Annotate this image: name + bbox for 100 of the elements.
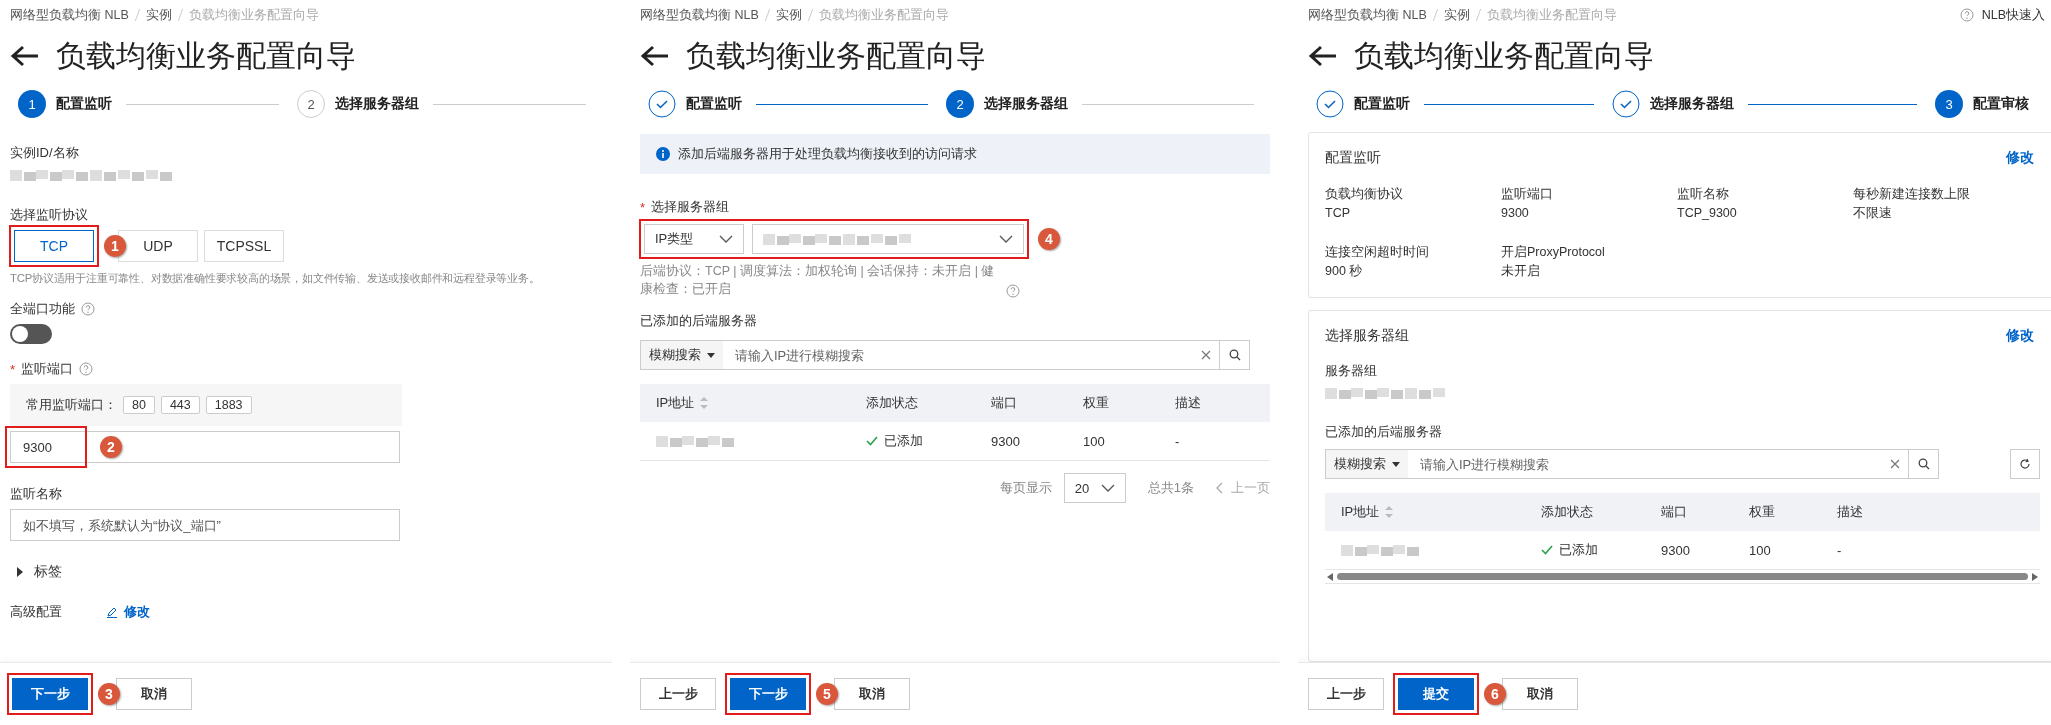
- search-mode-dropdown[interactable]: 模糊搜索: [641, 341, 723, 369]
- search-field[interactable]: 模糊搜索 请输入IP进行模糊搜索: [1325, 449, 1909, 479]
- help-icon: [79, 362, 94, 376]
- close-icon[interactable]: [1201, 350, 1211, 360]
- field-label: 实例ID/名称: [10, 144, 79, 162]
- caret-right-icon[interactable]: [16, 567, 24, 577]
- refresh-button[interactable]: [2010, 449, 2040, 479]
- chevron-down-icon: [719, 235, 733, 243]
- step-label: 配置监听: [686, 95, 742, 113]
- field-label: 负载均衡协议: [1325, 186, 1404, 203]
- search-mode-dropdown[interactable]: 模糊搜索: [1326, 450, 1408, 478]
- breadcrumb-link[interactable]: 实例: [145, 6, 172, 24]
- breadcrumb-link[interactable]: 网络型负载均衡 NLB: [1308, 6, 1427, 24]
- total-count: 总共1条: [1147, 479, 1194, 497]
- info-icon: [656, 147, 670, 161]
- field-label: 每秒新建连接数上限: [1853, 186, 1971, 203]
- column-header: 权重: [1748, 503, 1776, 521]
- field-value: TCP_9300: [1677, 205, 1738, 222]
- column-header: IP地址: [656, 394, 695, 412]
- page-title: 负载均衡业务配置向导: [686, 37, 986, 74]
- field-label: 连接空闲超时时间: [1325, 244, 1430, 261]
- step-label: 选择服务器组: [1649, 95, 1734, 113]
- search-button[interactable]: [1220, 340, 1250, 370]
- mode-label: 模糊搜索: [1334, 455, 1386, 473]
- field-value: TCP: [1325, 205, 1351, 222]
- callout-badge: 6: [1484, 683, 1506, 705]
- field-label: 已添加的后端服务器: [1325, 424, 1443, 441]
- field-value: 不限速: [1853, 205, 1893, 222]
- name-input[interactable]: 如不填写，系统默认为“协议_端口”: [10, 509, 400, 541]
- field-label: 全端口功能: [10, 300, 75, 318]
- column-header: 添加状态: [865, 394, 919, 412]
- back-arrow-icon[interactable]: [10, 44, 40, 68]
- breadcrumb-link[interactable]: 网络型负载均衡 NLB: [640, 6, 759, 24]
- primary-button[interactable]: 下一步: [12, 678, 88, 710]
- card-title: 配置监听: [1325, 149, 1381, 167]
- back-arrow-icon[interactable]: [640, 44, 670, 68]
- field-value: 9300: [1501, 205, 1530, 222]
- field-label: 高级配置: [10, 603, 63, 621]
- primary-button[interactable]: 下一步: [730, 678, 806, 710]
- protocol-option[interactable]: UDP: [118, 230, 198, 262]
- edit-link[interactable]: 修改: [2006, 149, 2034, 167]
- close-icon[interactable]: [1890, 459, 1900, 469]
- table-cell-text: 9300: [990, 433, 1021, 449]
- edit-link[interactable]: 修改: [2006, 327, 2034, 345]
- protocol-option[interactable]: TCP: [14, 230, 94, 262]
- secondary-button[interactable]: 取消: [116, 678, 192, 710]
- step-label: 选择服务器组: [984, 95, 1068, 113]
- caret-down-icon: [1392, 461, 1400, 467]
- primary-button[interactable]: 提交: [1398, 678, 1474, 710]
- secondary-button[interactable]: 上一步: [640, 678, 716, 710]
- check-icon: [866, 436, 878, 446]
- toggle-switch[interactable]: [10, 324, 52, 344]
- dropdown-value: 20: [1074, 480, 1090, 496]
- column-header: 描述: [1836, 503, 1864, 521]
- mode-label: 模糊搜索: [649, 346, 701, 364]
- port-chip[interactable]: 1883: [205, 396, 252, 414]
- callout-badge: 5: [816, 683, 838, 705]
- callout-badge: 3: [98, 683, 120, 705]
- search-button[interactable]: [1909, 449, 1939, 479]
- horizontal-scrollbar[interactable]: [1325, 570, 2040, 584]
- type-dropdown[interactable]: IP类型: [644, 224, 744, 254]
- status-text: 已添加: [1559, 541, 1598, 559]
- help-icon: [1959, 8, 1974, 22]
- protocol-description: TCP协议适用于注重可靠性、对数据准确性要求较高的场景，如文件传输、发送或接收邮件和远程登录等业务。: [10, 271, 541, 286]
- table-cell-text: 9300: [1660, 542, 1691, 558]
- edit-link[interactable]: 修改: [124, 603, 150, 621]
- help-link[interactable]: NLB快速入: [1981, 6, 2045, 24]
- breadcrumb-link[interactable]: 网络型负载均衡 NLB: [10, 6, 129, 24]
- dropdown-value: IP类型: [655, 230, 694, 248]
- table-cell-text: -: [1174, 433, 1181, 449]
- breadcrumb-link[interactable]: 实例: [1443, 6, 1470, 24]
- help-icon: [1006, 284, 1020, 298]
- section-toggle[interactable]: 标签: [34, 563, 62, 581]
- step-label: 配置监听: [1354, 95, 1410, 113]
- field-label: 已添加的后端服务器: [640, 312, 757, 330]
- search-field[interactable]: 模糊搜索 请输入IP进行模糊搜索: [640, 340, 1220, 370]
- breadcrumb-link[interactable]: 实例: [775, 6, 802, 24]
- table-cell-text: -: [1836, 542, 1843, 558]
- protocol-option[interactable]: TCPSSL: [204, 230, 284, 262]
- step-number: 2: [946, 90, 974, 118]
- secondary-button[interactable]: 取消: [834, 678, 910, 710]
- pencil-icon: [106, 606, 118, 618]
- required-mark: *: [640, 199, 646, 215]
- field-value: 900 秒: [1325, 263, 1364, 280]
- port-chip[interactable]: 443: [160, 396, 200, 414]
- field-label: 选择服务器组: [651, 198, 730, 216]
- step-label: 配置监听: [56, 95, 112, 113]
- page-title: 负载均衡业务配置向导: [1354, 37, 1654, 74]
- help-icon: [81, 302, 95, 316]
- secondary-button[interactable]: 取消: [1502, 678, 1578, 710]
- group-details: 后端协议：TCP | 调度算法：加权轮询 | 会话保持：未开启 | 健康检查：已开启: [640, 263, 996, 298]
- table-cell-text: 100: [1748, 542, 1772, 558]
- search-icon: [1228, 349, 1241, 361]
- secondary-button[interactable]: 上一步: [1308, 678, 1384, 710]
- page-size-dropdown[interactable]: 20: [1063, 473, 1126, 503]
- step-label: 选择服务器组: [335, 95, 419, 113]
- back-arrow-icon[interactable]: [1308, 44, 1338, 68]
- column-header: 端口: [1660, 503, 1688, 521]
- port-chip[interactable]: 80: [123, 396, 155, 414]
- step-number: 1: [18, 90, 46, 118]
